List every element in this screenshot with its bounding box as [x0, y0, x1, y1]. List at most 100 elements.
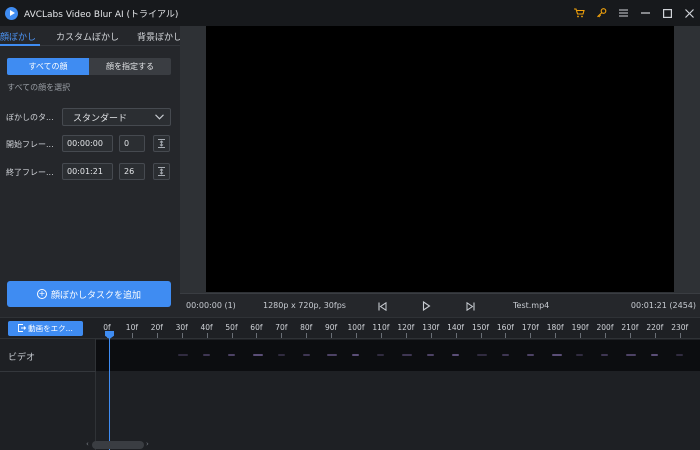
ruler-tick-label: 90f [325, 323, 338, 332]
menu-icon[interactable] [612, 0, 634, 26]
ruler-tick-label: 20f [150, 323, 163, 332]
clip-thumbnail-mark [252, 354, 263, 356]
clip-thumbnail-mark [576, 354, 584, 356]
title-bar: AVCLabs Video Blur AI (トライアル) [0, 0, 700, 26]
specify-faces-button[interactable]: 顔を指定する [89, 58, 171, 75]
ruler-tick-label: 30f [175, 323, 188, 332]
ruler-tick-label: 150f [472, 323, 489, 332]
ruler-tick-label: 40f [200, 323, 213, 332]
clip-thumbnail-mark [427, 354, 434, 356]
ruler-tick-label: 80f [300, 323, 313, 332]
clip-thumbnail-mark [551, 354, 562, 356]
mode-tabs: 顔ぼかし カスタムぼかし 背景ぼかし [0, 26, 180, 46]
video-resolution: 1280p x 720p, 30fps [263, 301, 346, 310]
ruler-tick-label: 130f [422, 323, 440, 332]
playhead[interactable] [109, 331, 110, 450]
ruler-tick-label: 70f [275, 323, 288, 332]
ruler-tick-label: 170f [521, 323, 539, 332]
clip-thumbnail-mark [501, 354, 509, 356]
add-face-blur-task-button[interactable]: + 顔ぼかしタスクを追加 [7, 281, 171, 307]
set-end-frame-icon[interactable] [153, 163, 170, 180]
chevron-down-icon [155, 113, 164, 122]
clip-thumbnail-mark [227, 354, 235, 356]
start-frame-label: 開始フレー... [6, 140, 54, 149]
timeline-horizontal-scrollbar[interactable] [92, 441, 144, 449]
ruler-tick-label: 210f [621, 323, 639, 332]
clip-thumbnail-mark [676, 354, 683, 356]
tab-custom-blur[interactable]: カスタムぼかし [46, 26, 120, 46]
face-selection-hint: すべての顔を選択 [7, 83, 71, 92]
ruler-tick-label: 110f [372, 323, 390, 332]
ruler-tick-label: 180f [546, 323, 564, 332]
ruler-tick-label: 160f [496, 323, 514, 332]
track-label-separator [0, 371, 96, 372]
scroll-left-icon[interactable]: ‹ [86, 440, 89, 448]
player-controls: 00:00:00 (1) 1280p x 720p, 30fps Test.mp… [180, 293, 700, 317]
ruler-tick-label: 10f [125, 323, 138, 332]
app-logo-icon [5, 6, 18, 20]
preview-area [180, 26, 700, 293]
ruler-tick-label: 220f [646, 323, 664, 332]
blur-type-value: スタンダード [73, 113, 128, 124]
settings-panel: 顔ぼかし カスタムぼかし 背景ぼかし すべての顔 顔を指定する すべての顔を選択… [0, 26, 180, 317]
maximize-icon[interactable] [656, 0, 678, 26]
clip-thumbnail-mark [402, 354, 413, 356]
export-video-button[interactable]: 動画をエク... [8, 321, 83, 336]
clip-thumbnail-mark [202, 354, 210, 356]
next-frame-icon[interactable] [464, 300, 476, 312]
blur-type-select[interactable]: スタンダード [62, 108, 171, 126]
scroll-right-icon[interactable]: › [146, 440, 149, 448]
clip-thumbnail-mark [277, 354, 285, 356]
ruler-tick-label: 100f [347, 323, 365, 332]
clip-thumbnail-mark [601, 354, 609, 356]
video-track-clip[interactable] [96, 340, 700, 371]
video-track-label: ビデオ [8, 353, 36, 363]
key-icon[interactable] [590, 0, 612, 26]
start-time-input[interactable]: 00:00:00 [62, 135, 113, 152]
tab-face-blur[interactable]: 顔ぼかし [0, 26, 46, 46]
blur-type-label: ぼかしのタ... [6, 113, 54, 122]
clip-thumbnail-mark [352, 354, 360, 356]
start-frame-input[interactable]: 0 [119, 135, 145, 152]
clip-thumbnail-mark [476, 354, 487, 356]
close-icon[interactable] [678, 0, 700, 26]
timeline-ruler[interactable]: 0f 10f 20f 30f 40f 50f 60f 70f 80f 90f 100f 110f 120… [96, 318, 700, 338]
timeline: 動画をエク... 0f 10f 20f 30f 40f 50f 60f 70f 80f 90f 10… [0, 317, 700, 450]
active-tab-indicator [0, 44, 40, 46]
minimize-icon[interactable] [634, 0, 656, 26]
video-preview [206, 26, 674, 292]
current-time: 00:00:00 (1) [186, 301, 236, 310]
cart-icon[interactable] [568, 0, 590, 26]
end-time-input[interactable]: 00:01:21 [62, 163, 113, 180]
ruler-tick-label: 50f [225, 323, 238, 332]
clip-thumbnail-mark [451, 354, 459, 356]
total-duration: 00:01:21 (2454) [630, 301, 696, 310]
clip-thumbnail-mark [302, 354, 310, 356]
ruler-tick-label: 60f [250, 323, 263, 332]
end-frame-label: 終了フレー... [6, 168, 54, 177]
file-name: Test.mp4 [513, 301, 550, 310]
clip-thumbnail-mark [526, 354, 534, 356]
ruler-tick-label: 140f [447, 323, 465, 332]
set-start-frame-icon[interactable] [153, 135, 170, 152]
clip-thumbnail-mark [626, 354, 637, 356]
all-faces-button[interactable]: すべての顔 [7, 58, 89, 75]
face-mode-toggle: すべての顔 顔を指定する [7, 58, 171, 75]
clip-thumbnail-mark [651, 354, 659, 356]
ruler-tick-label: 230f [671, 323, 689, 332]
export-label: 動画をエク... [28, 324, 73, 333]
ruler-tick-label: 200f [596, 323, 614, 332]
clip-thumbnail-mark [178, 354, 188, 356]
clip-thumbnail-mark [377, 354, 385, 356]
tab-background-blur[interactable]: 背景ぼかし [120, 26, 180, 46]
clip-thumbnail-mark [327, 354, 338, 356]
app-title: AVCLabs Video Blur AI (トライアル) [24, 9, 179, 20]
end-frame-input[interactable]: 26 [119, 163, 145, 180]
plus-circle-icon: + [36, 289, 47, 299]
export-icon [18, 323, 27, 334]
ruler-tick-label: 190f [571, 323, 589, 332]
previous-frame-icon[interactable] [376, 300, 388, 312]
ruler-tick-label: 120f [397, 323, 415, 332]
add-task-label: 顔ぼかしタスクを追加 [50, 290, 141, 301]
play-icon[interactable] [420, 300, 432, 312]
